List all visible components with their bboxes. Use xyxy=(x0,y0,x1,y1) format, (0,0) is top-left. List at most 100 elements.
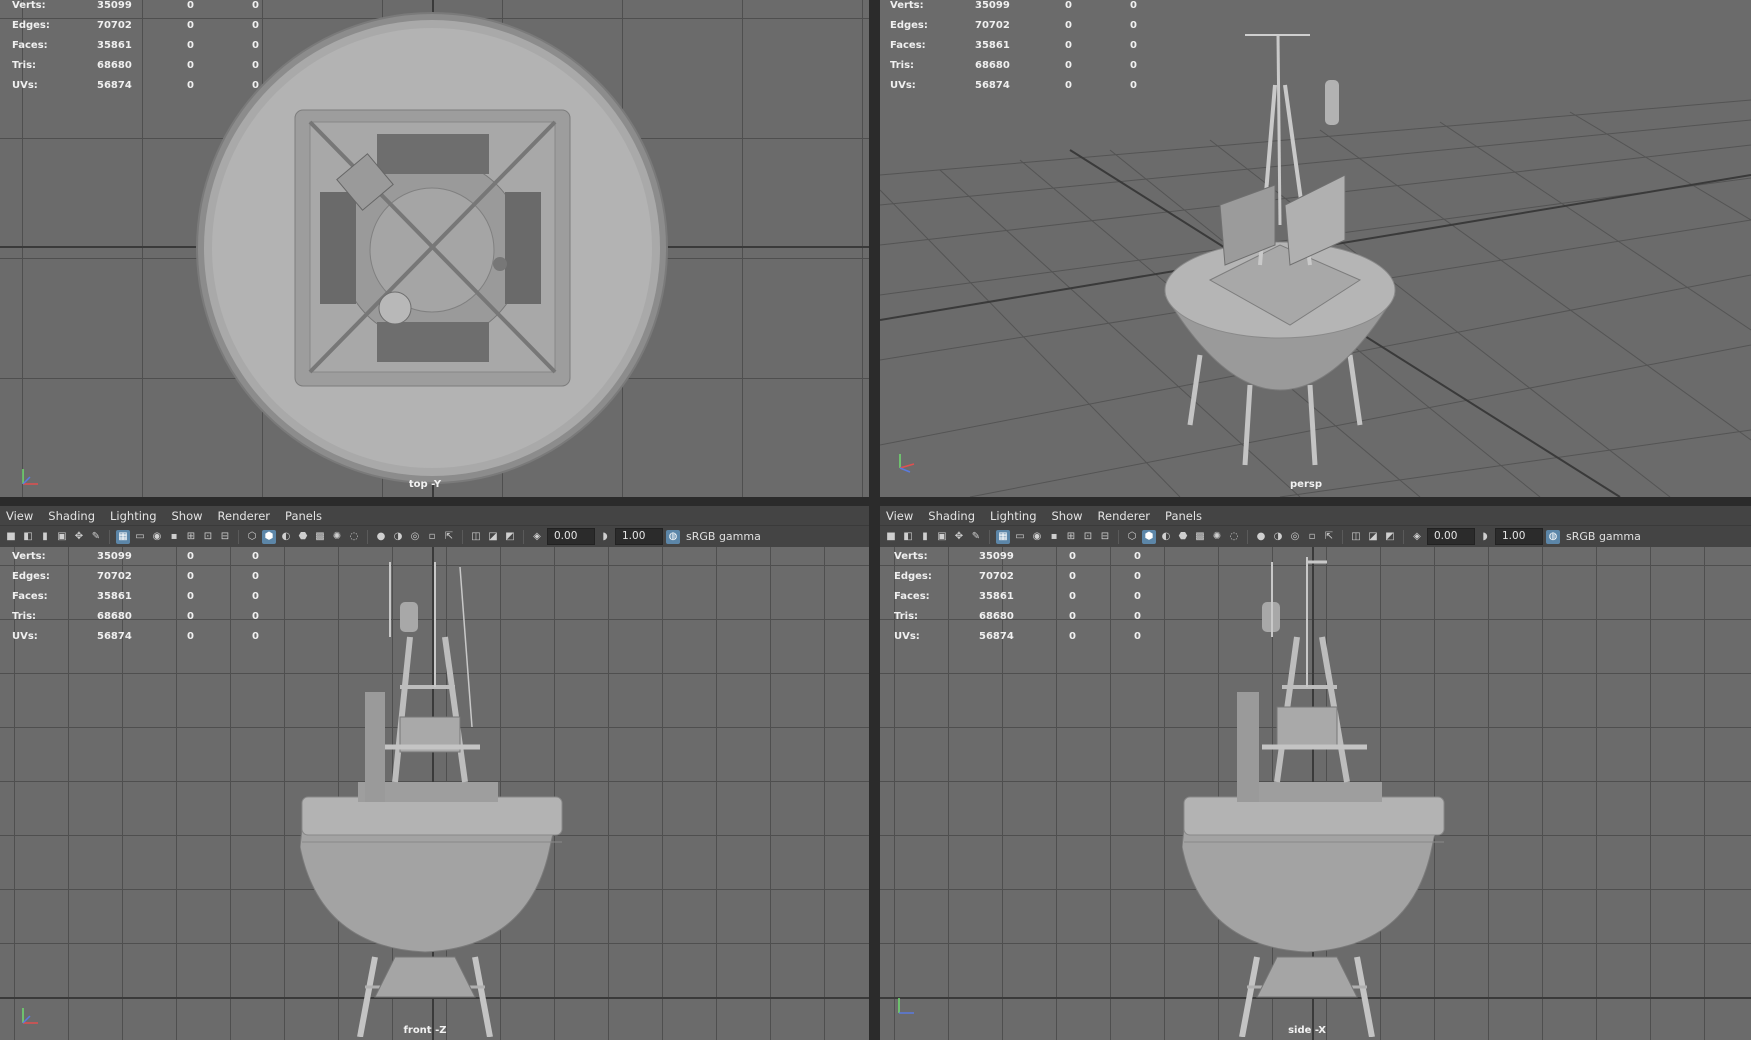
menu-show[interactable]: Show xyxy=(172,509,203,523)
image-plane-icon[interactable]: ▣ xyxy=(935,530,949,544)
menu-view[interactable]: View xyxy=(886,509,913,523)
camera-icon[interactable]: ■ xyxy=(4,530,18,544)
camera-attributes-icon[interactable]: ◧ xyxy=(901,530,915,544)
color-space-label[interactable]: sRGB gamma xyxy=(686,530,761,543)
wireframe-icon[interactable]: ⬡ xyxy=(1125,530,1139,544)
buoy-model-side-view[interactable] xyxy=(1182,557,1447,1037)
textured-icon[interactable]: ▩ xyxy=(313,530,327,544)
bookmark-icon[interactable]: ▮ xyxy=(38,530,52,544)
xray-joints-icon[interactable]: ◪ xyxy=(486,530,500,544)
xray-icon[interactable]: ◫ xyxy=(1349,530,1363,544)
resolution-gate-icon[interactable]: ◉ xyxy=(150,530,164,544)
camera-attributes-icon[interactable]: ◧ xyxy=(21,530,35,544)
isolate-select-icon[interactable]: ⇱ xyxy=(1322,530,1336,544)
hud-total: 56874 xyxy=(97,80,132,91)
hud-selected: 0 xyxy=(1065,40,1072,51)
view-transform-icon[interactable]: ◍ xyxy=(1546,529,1560,544)
wireframe-on-shaded-icon[interactable]: ⬣ xyxy=(296,530,310,544)
safe-action-icon[interactable]: ⊡ xyxy=(1081,530,1095,544)
pan-zoom-icon[interactable]: ✥ xyxy=(72,530,86,544)
pan-zoom-icon[interactable]: ✥ xyxy=(952,530,966,544)
gamma-field[interactable]: 1.00 xyxy=(615,528,663,545)
menu-show[interactable]: Show xyxy=(1052,509,1083,523)
camera-icon[interactable]: ■ xyxy=(884,530,898,544)
image-plane-icon[interactable]: ▣ xyxy=(55,530,69,544)
viewport-camera-label[interactable]: persp xyxy=(1290,479,1322,490)
bookmark-icon[interactable]: ▮ xyxy=(918,530,932,544)
field-chart-icon[interactable]: ⊞ xyxy=(184,530,198,544)
smooth-shade-icon[interactable]: ⬢ xyxy=(1142,529,1156,544)
exposure-icon[interactable]: ◈ xyxy=(1410,530,1424,544)
anti-aliasing-icon[interactable]: ◎ xyxy=(1288,530,1302,544)
viewport-top[interactable]: Verts: 35099 0 0 Edges: 70702 0 0 Faces: 35861 0… xyxy=(0,0,869,497)
menu-lighting[interactable]: Lighting xyxy=(110,509,156,523)
hud-comp: 0 xyxy=(1134,611,1141,622)
motion-blur-icon[interactable]: ◑ xyxy=(1271,530,1285,544)
exposure-icon[interactable]: ◈ xyxy=(530,530,544,544)
use-all-lights-icon[interactable]: ✺ xyxy=(330,530,344,544)
motion-blur-icon[interactable]: ◑ xyxy=(391,530,405,544)
depth-of-field-icon[interactable]: ▫ xyxy=(425,530,439,544)
film-gate-icon[interactable]: ▭ xyxy=(133,530,147,544)
gamma-icon[interactable]: ◗ xyxy=(598,530,612,544)
exposure-field[interactable]: 0.00 xyxy=(1427,528,1475,545)
default-lighting-icon[interactable]: ◐ xyxy=(279,530,293,544)
isolate-select-icon[interactable]: ⇱ xyxy=(442,530,456,544)
viewport-canvas[interactable]: Verts: 35099 0 0 Edges: 70702 0 0 Faces: 35861 0… xyxy=(880,547,1751,1040)
menu-panels[interactable]: Panels xyxy=(1165,509,1202,523)
viewport-side[interactable]: View Shading Lighting Show Renderer Pane… xyxy=(880,506,1751,1040)
grease-pencil-icon[interactable]: ✎ xyxy=(89,530,103,544)
resolution-gate-icon[interactable]: ◉ xyxy=(1030,530,1044,544)
menu-lighting[interactable]: Lighting xyxy=(990,509,1036,523)
menu-renderer[interactable]: Renderer xyxy=(1098,509,1151,523)
shadows-icon[interactable]: ◌ xyxy=(347,530,361,544)
gamma-field[interactable]: 1.00 xyxy=(1495,528,1543,545)
gate-mask-icon[interactable]: ▪ xyxy=(1047,530,1061,544)
textured-icon[interactable]: ▩ xyxy=(1193,530,1207,544)
viewport-camera-label[interactable]: front -Z xyxy=(404,1025,447,1036)
viewport-persp[interactable]: Verts: 35099 0 0 Edges: 70702 0 0 Faces: 35861 0… xyxy=(880,0,1751,497)
use-all-lights-icon[interactable]: ✺ xyxy=(1210,530,1224,544)
menu-renderer[interactable]: Renderer xyxy=(218,509,271,523)
exposure-field[interactable]: 0.00 xyxy=(547,528,595,545)
xray-icon[interactable]: ◫ xyxy=(469,530,483,544)
menu-panels[interactable]: Panels xyxy=(285,509,322,523)
gate-mask-icon[interactable]: ▪ xyxy=(167,530,181,544)
viewport-camera-label[interactable]: top -Y xyxy=(409,479,441,490)
buoy-model-front-view[interactable] xyxy=(300,557,565,1037)
anti-aliasing-icon[interactable]: ◎ xyxy=(408,530,422,544)
gamma-icon[interactable]: ◗ xyxy=(1478,530,1492,544)
wireframe-on-shaded-icon[interactable]: ⬣ xyxy=(1176,530,1190,544)
buoy-model-persp-view[interactable] xyxy=(1150,25,1410,485)
smooth-shade-icon[interactable]: ⬢ xyxy=(262,529,276,544)
color-space-label[interactable]: sRGB gamma xyxy=(1566,530,1641,543)
viewport-front[interactable]: View Shading Lighting Show Renderer Pane… xyxy=(0,506,869,1040)
menu-view[interactable]: View xyxy=(6,509,33,523)
toolbar-separator xyxy=(523,529,524,544)
grid-icon[interactable]: ▦ xyxy=(116,529,130,544)
ambient-occlusion-icon[interactable]: ● xyxy=(1254,530,1268,544)
menu-shading[interactable]: Shading xyxy=(48,509,95,523)
safe-title-icon[interactable]: ⊟ xyxy=(1098,530,1112,544)
safe-title-icon[interactable]: ⊟ xyxy=(218,530,232,544)
viewport-camera-label[interactable]: side -X xyxy=(1288,1025,1326,1036)
shadows-icon[interactable]: ◌ xyxy=(1227,530,1241,544)
grease-pencil-icon[interactable]: ✎ xyxy=(969,530,983,544)
hud-label: Faces: xyxy=(890,40,926,51)
grid-icon[interactable]: ▦ xyxy=(996,529,1010,544)
hud-selected: 0 xyxy=(187,571,194,582)
safe-action-icon[interactable]: ⊡ xyxy=(201,530,215,544)
view-transform-icon[interactable]: ◍ xyxy=(666,529,680,544)
ambient-occlusion-icon[interactable]: ● xyxy=(374,530,388,544)
wireframe-icon[interactable]: ⬡ xyxy=(245,530,259,544)
field-chart-icon[interactable]: ⊞ xyxy=(1064,530,1078,544)
xray-components-icon[interactable]: ◩ xyxy=(1383,530,1397,544)
xray-components-icon[interactable]: ◩ xyxy=(503,530,517,544)
film-gate-icon[interactable]: ▭ xyxy=(1013,530,1027,544)
menu-shading[interactable]: Shading xyxy=(928,509,975,523)
xray-joints-icon[interactable]: ◪ xyxy=(1366,530,1380,544)
toolbar-separator xyxy=(1247,529,1248,544)
default-lighting-icon[interactable]: ◐ xyxy=(1159,530,1173,544)
viewport-canvas[interactable]: Verts: 35099 0 0 Edges: 70702 0 0 Faces: 35861 0… xyxy=(0,547,869,1040)
depth-of-field-icon[interactable]: ▫ xyxy=(1305,530,1319,544)
